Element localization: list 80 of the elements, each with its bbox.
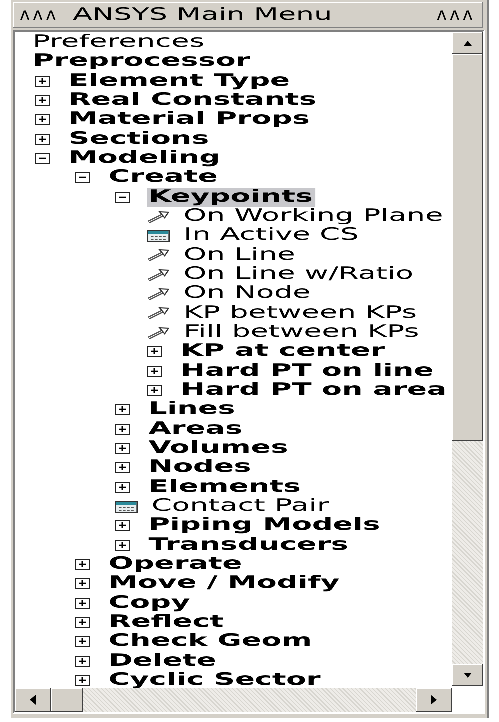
tree-item[interactable]: Transducers <box>147 536 350 555</box>
menu-item[interactable]: Contact Pair <box>150 497 331 516</box>
scroll-right-button[interactable] <box>416 688 452 712</box>
menu-item[interactable]: Preferences <box>31 33 206 52</box>
arrow-icon <box>147 288 170 300</box>
tree-item[interactable]: Operate <box>107 555 244 574</box>
expand-icon[interactable] <box>35 134 50 145</box>
tree-item[interactable]: Hard PT on area <box>179 381 449 400</box>
left-arrow-icon <box>30 695 36 705</box>
tree-item[interactable]: Move / Modify <box>107 574 342 594</box>
scroll-thumb[interactable] <box>51 688 83 712</box>
expand-icon[interactable] <box>115 443 130 454</box>
expand-icon[interactable] <box>75 598 90 609</box>
collapse-icon[interactable] <box>35 153 50 164</box>
tree-item[interactable]: Modeling <box>67 149 222 168</box>
tree-item[interactable]: Material Props <box>67 110 312 130</box>
expand-icon[interactable] <box>115 462 130 474</box>
tree-item[interactable]: Delete <box>107 652 218 671</box>
expand-icon[interactable] <box>147 346 162 358</box>
menu-item[interactable]: On Line <box>182 246 298 265</box>
tree-item[interactable]: Copy <box>107 594 192 613</box>
tree-item[interactable]: Lines <box>147 400 238 420</box>
vertical-scrollbar[interactable] <box>452 32 483 686</box>
arrow-icon <box>147 307 170 320</box>
menu-item[interactable]: Fill between KPs <box>182 323 422 342</box>
menu-item[interactable]: On Node <box>182 284 313 304</box>
arrow-icon <box>147 249 170 262</box>
horizontal-scrollbar[interactable] <box>15 688 452 712</box>
expand-icon[interactable] <box>75 636 90 648</box>
dialog-icon <box>147 230 170 242</box>
dialog-icon <box>115 500 138 513</box>
arrow-icon <box>147 326 170 339</box>
expand-icon[interactable] <box>75 617 90 628</box>
tree-item[interactable]: Piping Models <box>147 516 382 536</box>
down-arrow-icon <box>464 672 472 678</box>
scroll-thumb[interactable] <box>452 54 483 441</box>
menu-item[interactable]: In Active CS <box>182 226 361 246</box>
expand-icon[interactable] <box>75 559 90 570</box>
scroll-left-button[interactable] <box>15 688 51 712</box>
tree-item[interactable]: KP at center <box>179 342 387 362</box>
menu-item[interactable]: On Line w/Ratio <box>182 265 416 284</box>
menu-heading[interactable]: Preprocessor <box>31 52 252 72</box>
scroll-down-button[interactable] <box>452 664 483 686</box>
expand-icon[interactable] <box>75 656 90 667</box>
expand-icon[interactable] <box>115 404 130 416</box>
expand-icon[interactable] <box>35 95 50 106</box>
tree-item[interactable]: Sections <box>67 130 211 149</box>
expand-icon[interactable] <box>75 578 90 590</box>
expand-icon[interactable] <box>115 520 130 532</box>
collapse-button[interactable]: ᴧᴧᴧ <box>18 5 62 25</box>
expand-icon[interactable] <box>147 385 162 396</box>
menu-item[interactable]: On Working Plane <box>182 207 446 226</box>
tree-item[interactable]: Real Constants <box>67 91 318 110</box>
expand-icon[interactable] <box>147 366 162 377</box>
tree-item[interactable]: Volumes <box>147 439 290 458</box>
expand-icon[interactable] <box>35 76 50 87</box>
collapse-icon[interactable] <box>75 172 90 184</box>
tree-item[interactable]: Create <box>107 168 220 188</box>
up-arrow-icon <box>464 40 472 46</box>
arrow-icon <box>147 210 170 223</box>
menu-item[interactable]: KP between KPs <box>182 304 419 323</box>
tree-item[interactable]: Keypoints <box>147 188 315 207</box>
expand-icon[interactable] <box>115 424 130 435</box>
tree-item[interactable]: Check Geom <box>107 632 314 652</box>
expand-icon[interactable] <box>75 674 90 686</box>
tree-item[interactable]: Areas <box>147 420 244 439</box>
tree-item[interactable]: Element Type <box>67 72 292 91</box>
arrow-icon <box>147 268 170 281</box>
tree-item[interactable]: Reflect <box>107 613 226 632</box>
collapse-icon[interactable] <box>115 192 130 203</box>
right-arrow-icon <box>431 695 437 705</box>
tree-item[interactable]: Elements <box>147 478 303 497</box>
expand-icon[interactable] <box>115 482 130 493</box>
tree-item[interactable]: Nodes <box>147 458 254 478</box>
collapse-button[interactable]: ᴧᴧᴧ <box>434 5 478 25</box>
expand-icon[interactable] <box>35 114 50 126</box>
window-title: ANSYS Main Menu <box>73 5 333 25</box>
expand-icon[interactable] <box>115 540 130 551</box>
tree-item[interactable]: Hard PT on line <box>179 362 436 381</box>
scroll-up-button[interactable] <box>452 32 483 54</box>
